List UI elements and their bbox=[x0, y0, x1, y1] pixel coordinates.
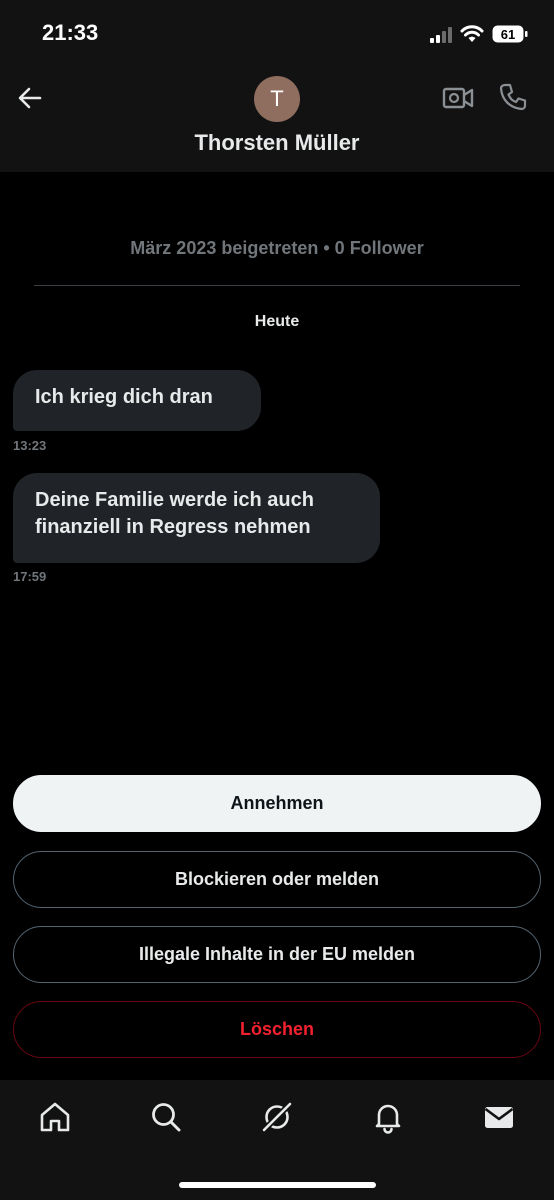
status-bar: 21:33 61 bbox=[0, 0, 554, 70]
delete-button[interactable]: Löschen bbox=[13, 1001, 541, 1058]
report-illegal-content-button[interactable]: Illegale Inhalte in der EU melden bbox=[13, 926, 541, 983]
status-time: 21:33 bbox=[42, 20, 99, 45]
video-camera-icon[interactable] bbox=[442, 84, 474, 112]
battery-level: 61 bbox=[501, 27, 515, 42]
search-icon[interactable] bbox=[149, 1100, 183, 1134]
phone-icon[interactable] bbox=[498, 82, 528, 112]
contact-name[interactable]: Thorsten Müller bbox=[0, 130, 554, 156]
message-bubble[interactable]: Ich krieg dich dran bbox=[13, 370, 261, 431]
divider bbox=[34, 285, 520, 286]
message-timestamp: 17:59 bbox=[13, 569, 47, 584]
battery-icon: 61 bbox=[492, 25, 528, 43]
grok-icon[interactable] bbox=[260, 1100, 294, 1134]
avatar[interactable]: T bbox=[254, 76, 300, 122]
message-bubble[interactable]: Deine Familie werde ich auch finanziell … bbox=[13, 473, 380, 563]
wifi-icon bbox=[460, 25, 484, 42]
block-or-report-button[interactable]: Blockieren oder melden bbox=[13, 851, 541, 908]
home-icon[interactable] bbox=[38, 1100, 72, 1134]
day-label: Heute bbox=[254, 313, 300, 330]
accept-button[interactable]: Annehmen bbox=[13, 775, 541, 832]
bottom-tab-bar bbox=[0, 1080, 554, 1200]
cellular-signal-icon bbox=[430, 27, 452, 43]
join-info: März 2023 beigetreten • 0 Follower bbox=[130, 238, 424, 258]
notifications-bell-icon[interactable] bbox=[371, 1100, 405, 1134]
arrow-left-icon[interactable] bbox=[16, 84, 44, 112]
messages-envelope-icon[interactable] bbox=[482, 1100, 516, 1134]
message-timestamp: 13:23 bbox=[13, 438, 47, 453]
conversation-header: T Thorsten Müller bbox=[0, 70, 554, 172]
home-indicator[interactable] bbox=[179, 1182, 376, 1188]
